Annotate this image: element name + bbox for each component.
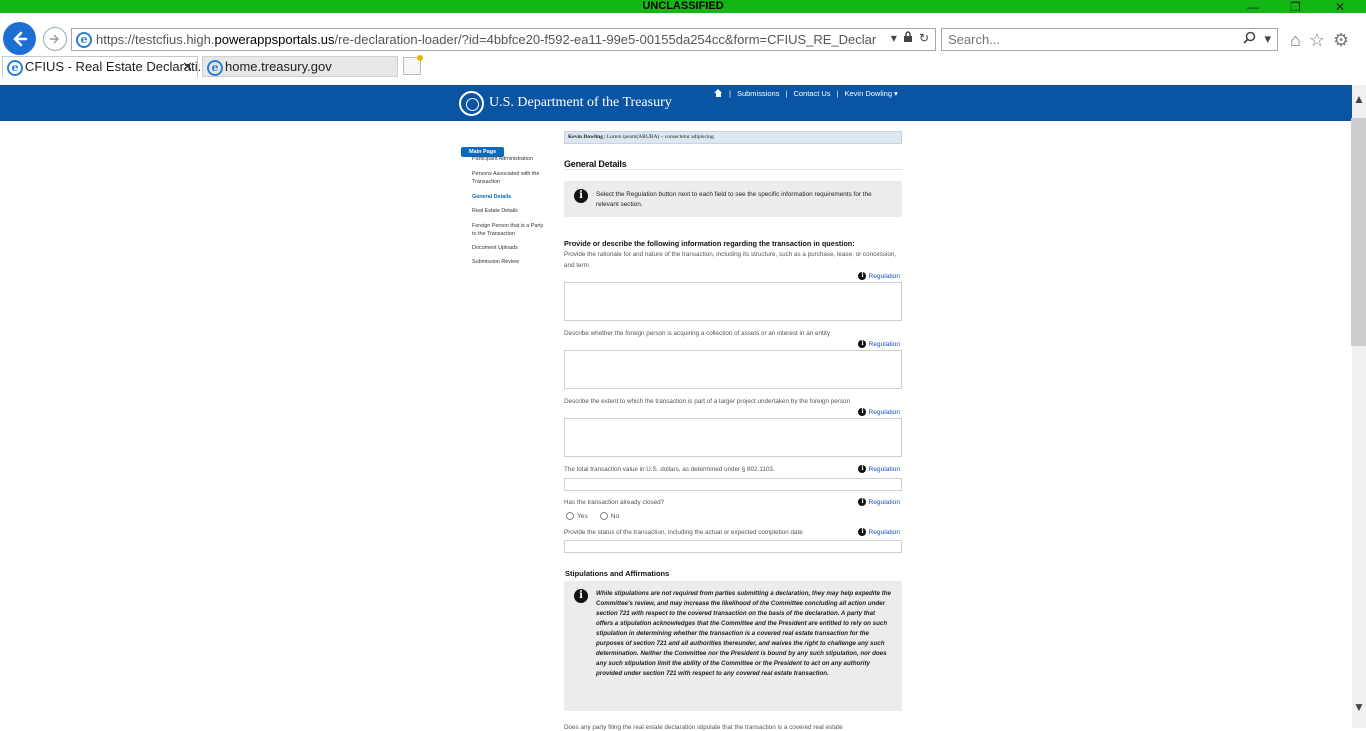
url-domain: powerappsportals.us: [214, 32, 335, 47]
left-nav: Main Page Participant Administration Per…: [461, 140, 546, 265]
url-text[interactable]: https://testcfius.high.powerappsportals.…: [96, 32, 876, 47]
stipulations-info-box: i While stipulations are not required fr…: [564, 581, 902, 711]
foreign-person-textarea[interactable]: [564, 350, 902, 389]
info-icon: i: [858, 408, 867, 416]
scroll-up-icon[interactable]: ▲: [1352, 92, 1366, 106]
back-button[interactable]: [3, 22, 36, 55]
question-rationale: Provide the rationale for and nature of …: [564, 251, 897, 269]
back-arrow-icon: [13, 31, 27, 46]
provide-heading: Provide or describe the following inform…: [564, 239, 855, 248]
transaction-value-input[interactable]: [564, 478, 902, 491]
classification-banner: UNCLASSIFIED: [0, 0, 1366, 13]
new-tab-button[interactable]: [403, 55, 423, 75]
home-icon[interactable]: [714, 89, 723, 98]
tab-cfius[interactable]: e CFIUS - Real Estate Declarati... ✕: [2, 56, 209, 77]
radio-no[interactable]: [599, 512, 608, 520]
settings-gear-icon[interactable]: ⚙: [1333, 30, 1349, 51]
user-caret-icon[interactable]: ▾: [894, 89, 898, 98]
search-box[interactable]: ▾: [941, 28, 1278, 51]
stipulations-text: While stipulations are not required from…: [596, 590, 891, 677]
info-box: i Select the Regulation button next to e…: [564, 181, 902, 217]
scrollbar-thumb[interactable]: [1351, 118, 1366, 346]
user-bar-name: Kevin Dowling: [568, 134, 603, 140]
info-icon: i: [858, 272, 867, 280]
question-transaction-value: The total transaction value in U.S. doll…: [564, 466, 775, 473]
nav-submission-review[interactable]: Submission Review: [472, 259, 544, 267]
nav-persons-associated[interactable]: Persons Associated with the Transaction: [472, 171, 544, 186]
nav-general-details[interactable]: General Details: [472, 194, 544, 202]
info-icon: i: [858, 465, 867, 473]
site-header: U.S. Department of the Treasury | Submis…: [0, 85, 1352, 121]
browser-address-row: e https://testcfius.high.powerappsportal…: [0, 13, 1366, 55]
dropdown-icon[interactable]: ▾: [891, 31, 897, 45]
scroll-down-icon[interactable]: ▼: [1352, 700, 1366, 714]
rationale-textarea[interactable]: [564, 282, 902, 321]
info-icon: i: [858, 340, 867, 348]
favorites-star-icon[interactable]: ☆: [1309, 30, 1325, 51]
url-path: /re-declaration-loader/?id=4bbfce20-f592…: [334, 32, 876, 47]
top-nav: | Submissions | Contact Us | Kevin Dowli…: [714, 89, 898, 98]
question-status: Provide the status of the transaction, i…: [564, 529, 803, 536]
search-dropdown-icon[interactable]: ▾: [1264, 31, 1271, 47]
regulation-button[interactable]: i Regulation: [858, 272, 900, 280]
question-larger-project: Describe the extent to which the transac…: [564, 398, 850, 405]
ie-tab-icon: e: [7, 60, 23, 76]
forward-button[interactable]: [43, 27, 67, 51]
tab-treasury[interactable]: e home.treasury.gov: [202, 56, 398, 77]
dept-name[interactable]: U.S. Department of the Treasury: [489, 95, 672, 111]
regulation-button[interactable]: i Regulation: [858, 340, 900, 348]
minimize-icon[interactable]: —: [1247, 1, 1259, 13]
ie-page-icon: e: [76, 32, 92, 48]
divider: [564, 169, 902, 170]
user-bar-detail: Lorem ipsum(ARUBA) – consectetur adipisc…: [606, 134, 714, 140]
close-tab-icon[interactable]: ✕: [182, 57, 193, 77]
nav-foreign-person[interactable]: Foreign Person that is a Party to the Tr…: [472, 223, 544, 238]
closed-radio-group: Yes No: [566, 512, 619, 520]
ie-tab-icon: e: [207, 60, 223, 76]
nav-contact-us[interactable]: Contact Us: [793, 89, 830, 98]
nav-submissions[interactable]: Submissions: [737, 89, 780, 98]
radio-yes[interactable]: [566, 512, 574, 520]
browser-tab-row: e CFIUS - Real Estate Declarati... ✕ e h…: [0, 55, 1366, 77]
stipulations-heading: Stipulations and Affirmations: [565, 569, 670, 578]
radio-yes-label: Yes: [577, 512, 588, 520]
close-window-icon[interactable]: ✕: [1335, 1, 1345, 13]
regulation-button[interactable]: i Regulation: [858, 528, 900, 536]
regulation-button[interactable]: i Regulation: [858, 408, 900, 416]
search-icon[interactable]: [1243, 31, 1256, 47]
search-input[interactable]: [948, 32, 1228, 47]
home-icon[interactable]: ⌂: [1290, 30, 1301, 51]
nav-user-menu[interactable]: Kevin Dowling: [845, 89, 893, 98]
larger-project-textarea[interactable]: [564, 418, 902, 457]
nav-participant-administration[interactable]: Participant Administration: [472, 156, 544, 164]
user-bar: Kevin Dowling | Lorem ipsum(ARUBA) – con…: [564, 131, 902, 144]
info-text: Select the Regulation button next to eac…: [596, 191, 872, 208]
question-foreign-person: Describe whether the foreign person is a…: [564, 330, 831, 337]
page-title: General Details: [564, 159, 627, 169]
regulation-button[interactable]: i Regulation: [858, 465, 900, 473]
info-icon: i: [858, 498, 867, 506]
tab-label: home.treasury.gov: [225, 59, 332, 74]
info-icon: i: [858, 528, 867, 536]
restore-icon[interactable]: ❐: [1290, 1, 1301, 13]
info-icon: i: [574, 589, 588, 603]
status-input[interactable]: [564, 540, 902, 553]
nav-real-estate-details[interactable]: Real Estate Details: [472, 208, 544, 216]
question-closed: Has the transaction already closed?: [564, 499, 665, 506]
info-icon: i: [574, 189, 588, 203]
forward-arrow-icon: [50, 34, 59, 44]
radio-no-label: No: [610, 512, 620, 520]
address-bar[interactable]: e https://testcfius.high.powerappsportal…: [71, 28, 936, 51]
refresh-icon[interactable]: ↻: [919, 31, 929, 45]
treasury-seal-icon: [459, 91, 484, 116]
tab-label: CFIUS - Real Estate Declarati...: [25, 59, 209, 74]
lock-icon[interactable]: [903, 31, 913, 45]
url-prefix: https://testcfius.high.: [96, 32, 215, 47]
regulation-button[interactable]: i Regulation: [858, 498, 900, 506]
nav-document-uploads[interactable]: Document Uploads: [472, 245, 544, 253]
